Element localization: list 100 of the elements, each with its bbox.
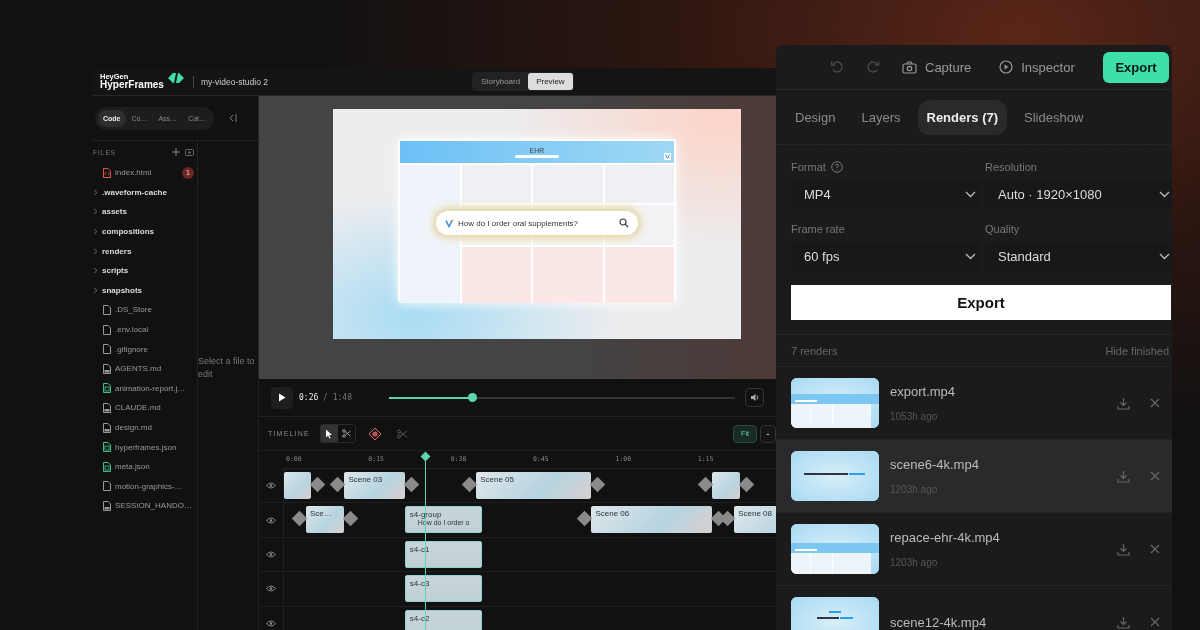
file-name[interactable]: .waveform-cache — [102, 187, 197, 197]
field-label: Quality — [985, 222, 1020, 235]
close-icon[interactable] — [1150, 544, 1160, 554]
file-name[interactable]: .gitignore — [115, 344, 197, 354]
inspector-button[interactable]: Inspector — [995, 55, 1079, 79]
file-icon — [103, 442, 111, 453]
empty-editor-hint: Select a file to edit — [198, 355, 256, 381]
download-icon[interactable] — [1117, 469, 1130, 483]
download-icon[interactable] — [1117, 615, 1130, 629]
clip-label: Scene 03 — [348, 475, 384, 484]
render-item[interactable]: scene12-4k.mp4 — [776, 585, 1172, 630]
timeline-clip[interactable]: Scene 08 — [734, 506, 776, 534]
chevron-down-icon — [1159, 191, 1170, 198]
file-name[interactable]: meta.json — [115, 462, 197, 472]
render-file-name: scene12-4k.mp4 — [890, 614, 988, 630]
export-button[interactable]: Export — [791, 285, 1171, 320]
panel-tab[interactable]: Slideshow — [1015, 99, 1093, 135]
timeline-clip[interactable]: Scene 05 — [476, 472, 592, 499]
file-name[interactable]: design.md — [115, 423, 197, 432]
panel-tab[interactable]: Renders (7) — [917, 99, 1008, 135]
dropdown[interactable]: Auto · 1920×1080 — [985, 180, 1172, 209]
file-name[interactable]: scripts — [102, 266, 197, 276]
chevron-down-icon — [965, 191, 976, 198]
folder-add-icon[interactable] — [185, 148, 194, 156]
volume-icon — [749, 393, 760, 402]
close-icon[interactable] — [1150, 471, 1160, 481]
progress-thumb[interactable] — [468, 392, 478, 402]
file-name[interactable]: snapshots — [102, 285, 197, 295]
file-icon — [103, 324, 111, 335]
file-icon — [103, 304, 111, 315]
pointer-tool[interactable] — [320, 425, 338, 442]
timeline-clip[interactable]: Scene 06 — [591, 506, 713, 534]
file-icon — [103, 461, 111, 472]
pointer-icon — [325, 428, 334, 439]
play-button[interactable] — [271, 386, 293, 409]
field-label: Format — [791, 160, 826, 173]
error-count-badge: 1 — [182, 166, 194, 179]
file-icon — [103, 500, 111, 511]
file-icon — [103, 167, 111, 178]
download-icon[interactable] — [1117, 396, 1130, 410]
view-tab[interactable]: Storyboard — [473, 73, 529, 90]
dropdown[interactable]: Standard — [985, 242, 1172, 271]
renders-count: 7 renders — [791, 344, 838, 357]
logo-wordmark: HyperFrames — [100, 80, 164, 91]
visibility-icon[interactable] — [266, 550, 276, 558]
chevron-icon[interactable] — [93, 267, 98, 275]
chevron-icon[interactable] — [93, 188, 98, 196]
keyframe-icon[interactable] — [367, 426, 382, 441]
view-tab[interactable]: Preview — [528, 73, 573, 90]
chevron-icon[interactable] — [93, 247, 98, 255]
help-icon[interactable] — [830, 160, 843, 173]
chevron-icon[interactable] — [93, 208, 98, 216]
visibility-icon[interactable] — [266, 482, 276, 490]
dropdown[interactable]: MP4 — [791, 180, 981, 209]
file-icon — [103, 363, 111, 374]
panel-tab[interactable]: Design — [786, 99, 845, 135]
file-name[interactable]: hyperframes.json — [115, 442, 197, 452]
collapse-icon[interactable] — [228, 113, 239, 123]
render-file-name: scene6-4k.mp4 — [890, 457, 980, 472]
file-icon — [103, 383, 111, 394]
project-name: my-video-studio 2 — [200, 76, 268, 87]
field-label: Frame rate — [791, 222, 845, 235]
visibility-icon[interactable] — [266, 619, 276, 627]
file-name[interactable]: animation-report.j… — [115, 383, 197, 393]
scissors-icon — [341, 429, 351, 438]
file-name[interactable]: motion-graphics-… — [115, 481, 197, 491]
file-name[interactable]: assets — [102, 207, 197, 217]
file-name[interactable]: CLAUDE.md — [115, 403, 197, 413]
transition-marker[interactable] — [577, 511, 593, 527]
add-icon[interactable] — [172, 148, 180, 156]
clip-label: Scene 05 — [480, 475, 515, 484]
visibility-icon[interactable] — [266, 516, 276, 524]
panel-tab[interactable]: Layers — [852, 99, 910, 135]
progress-track[interactable] — [389, 396, 735, 399]
timeline-clip[interactable]: Sce… — [305, 506, 345, 534]
timeline-clip[interactable] — [284, 472, 312, 499]
render-file-name: export.mp4 — [890, 384, 957, 399]
file-name[interactable]: .DS_Store — [115, 305, 197, 315]
file-name[interactable]: AGENTS.md — [115, 364, 197, 374]
file-name[interactable]: .env.local — [115, 325, 197, 335]
dropdown[interactable]: 60 fps — [791, 242, 981, 271]
download-icon[interactable] — [1117, 542, 1130, 556]
timeline-clip[interactable]: Scene 03 — [344, 472, 405, 499]
file-name[interactable]: compositions — [102, 227, 197, 237]
file-name[interactable]: index.html — [115, 168, 178, 178]
visibility-icon[interactable] — [266, 585, 276, 593]
timeline-clip[interactable] — [712, 472, 740, 499]
export-button[interactable]: Export — [1103, 51, 1169, 83]
file-name[interactable]: renders — [102, 246, 197, 256]
search-query: How do I order oral supplements? — [458, 218, 580, 228]
file-name[interactable]: SESSION_HANDO… — [115, 501, 197, 511]
zoom-out-button[interactable]: - — [760, 424, 776, 443]
close-icon[interactable] — [1150, 398, 1160, 408]
search-icon — [619, 218, 629, 228]
close-icon[interactable] — [1150, 617, 1160, 627]
capture-button[interactable]: Capture — [898, 55, 976, 79]
volume-button[interactable] — [745, 388, 764, 407]
playback-time: 0:26 / 1:48 — [299, 393, 353, 402]
chevron-icon[interactable] — [93, 228, 98, 236]
chevron-icon[interactable] — [93, 286, 98, 294]
